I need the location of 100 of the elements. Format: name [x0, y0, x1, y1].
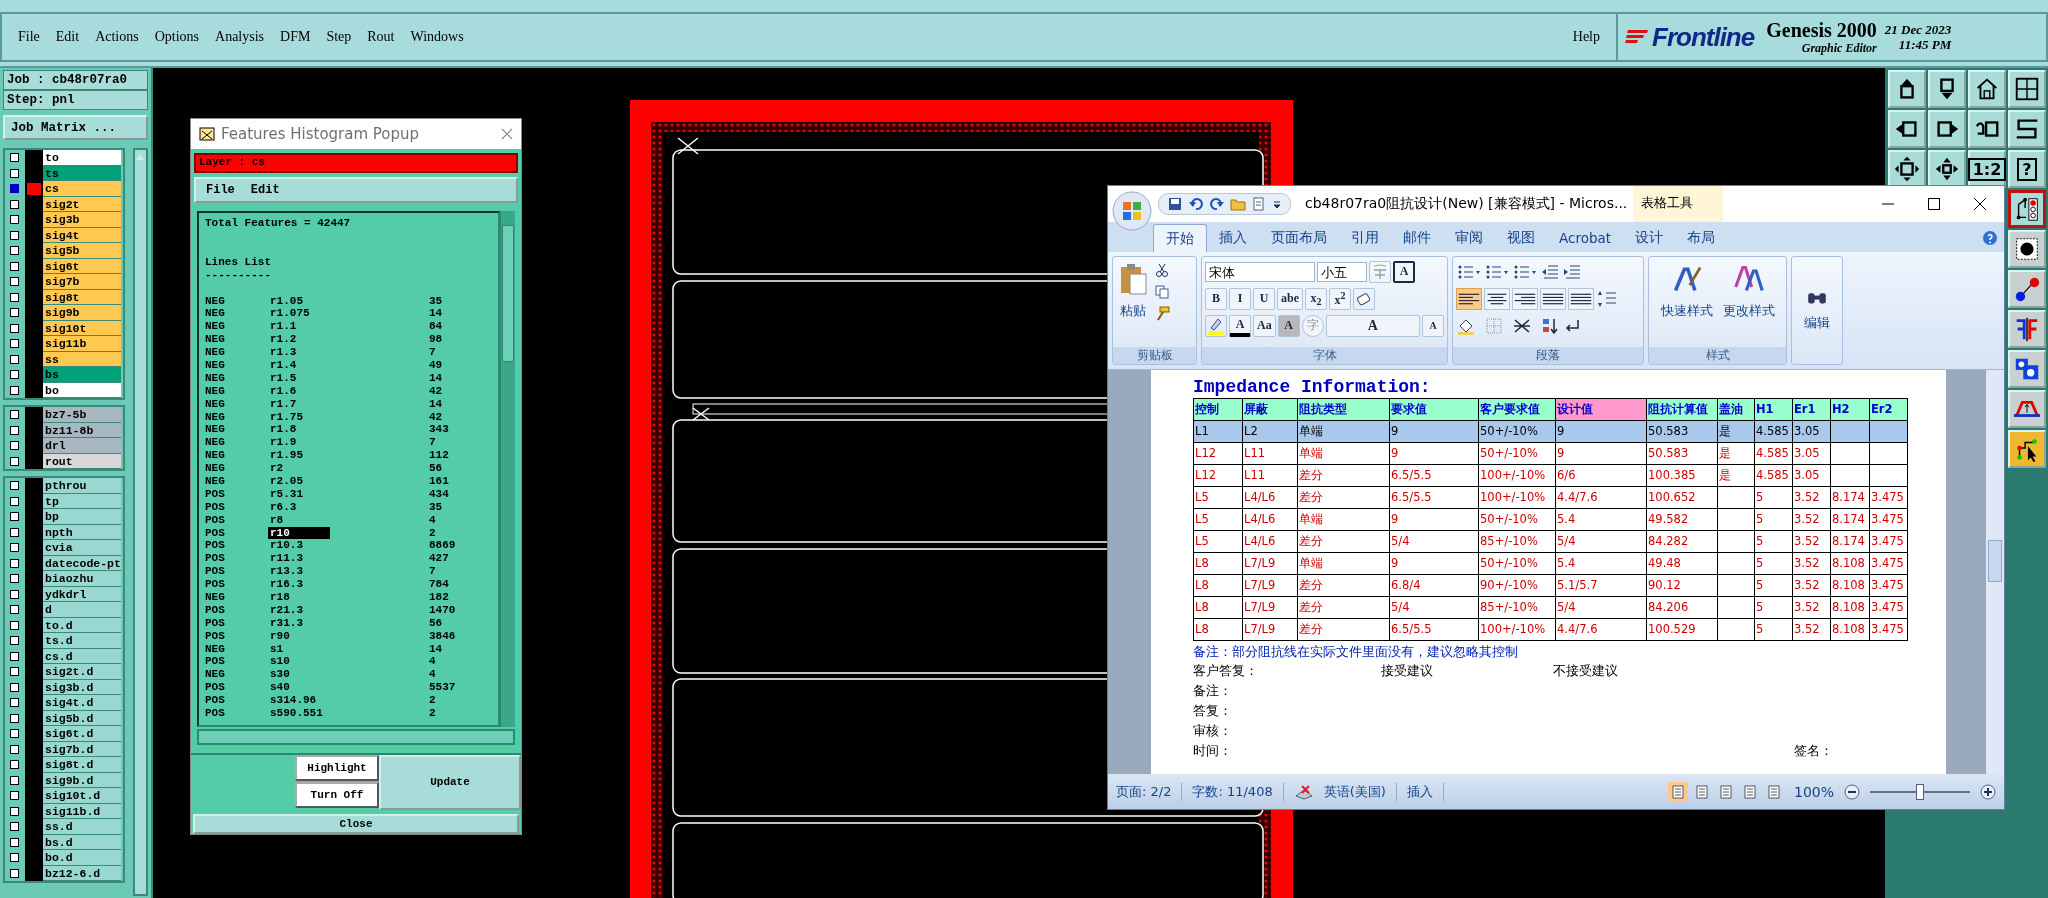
layer-checkbox[interactable] — [10, 791, 19, 801]
menu-item[interactable]: File — [12, 27, 46, 47]
symbol-cell[interactable]: r1.5 — [268, 371, 330, 385]
font-effect-button[interactable]: A — [1422, 314, 1444, 337]
layer-checkbox[interactable] — [10, 558, 19, 568]
editing-button[interactable]: 编辑 — [1802, 286, 1832, 335]
layer-name[interactable]: sig9b — [43, 305, 121, 321]
layer-checkbox[interactable] — [10, 292, 19, 302]
symbol-cell[interactable]: s40 — [268, 681, 330, 695]
tool-button[interactable]: ? — [2008, 150, 2046, 188]
menu-item[interactable]: Step — [320, 27, 358, 47]
symbol-cell[interactable]: r1.75 — [268, 410, 330, 424]
layer-name[interactable]: ss.d — [43, 819, 121, 835]
layer-checkbox[interactable] — [10, 481, 19, 491]
symbol-cell[interactable]: r2 — [268, 462, 330, 475]
align-button[interactable] — [1456, 287, 1482, 310]
layer-name[interactable]: drl — [43, 438, 121, 454]
view-mode-icon[interactable] — [1667, 781, 1688, 802]
layer-checkbox[interactable] — [10, 605, 19, 615]
scrollbar[interactable] — [1986, 369, 2004, 775]
symbol-cell[interactable]: r1.075 — [268, 307, 330, 321]
align-button[interactable] — [1568, 287, 1594, 310]
layer-checkbox[interactable] — [10, 168, 19, 178]
menu-item[interactable]: DFM — [274, 27, 317, 47]
clear-format-icon[interactable] — [1353, 287, 1375, 310]
layer-name[interactable]: cs — [43, 181, 121, 197]
layer-checkbox[interactable] — [10, 184, 19, 194]
layer-checkbox[interactable] — [10, 261, 19, 271]
symbol-cell[interactable]: s30 — [268, 668, 330, 682]
layer-checkbox[interactable] — [10, 199, 19, 209]
zoom-out-icon[interactable] — [1844, 783, 1860, 800]
layer-checkbox[interactable] — [10, 512, 19, 522]
maximize-icon[interactable] — [1927, 197, 1941, 211]
slider-thumb[interactable] — [1916, 783, 1924, 800]
highlighter-icon[interactable] — [1205, 314, 1227, 337]
symbol-cell[interactable]: r21.3 — [268, 603, 330, 617]
save-icon[interactable] — [1167, 196, 1183, 212]
scroll-thumb[interactable] — [1988, 539, 2002, 582]
align-button[interactable] — [1540, 287, 1566, 310]
copy-icon[interactable] — [1154, 283, 1170, 300]
format-button[interactable]: U — [1253, 287, 1275, 310]
menu-item[interactable]: Windows — [404, 27, 470, 47]
scroll-thumb[interactable] — [502, 224, 514, 362]
format-button[interactable]: x$^{2}$ — [1329, 287, 1351, 310]
layer-checkbox[interactable] — [10, 410, 19, 420]
change-styles-button[interactable]: 更改样式 — [1720, 259, 1777, 344]
layer-checkbox[interactable] — [10, 370, 19, 380]
layer-checkbox[interactable] — [10, 698, 19, 708]
close-button[interactable]: Close — [193, 814, 519, 834]
font-effect-button[interactable]: A — [1229, 314, 1251, 337]
insert-mode[interactable]: 插入 — [1406, 782, 1444, 801]
ribbon-tab[interactable]: 视图 — [1495, 223, 1547, 252]
format-button[interactable]: I — [1229, 287, 1251, 310]
layer-checkbox[interactable] — [10, 496, 19, 506]
job-matrix-button[interactable]: Job Matrix ... — [3, 115, 148, 140]
layer-checkbox[interactable] — [10, 806, 19, 816]
layer-checkbox[interactable] — [10, 853, 19, 863]
symbol-cell[interactable]: r2.05 — [268, 474, 330, 488]
format-button[interactable]: B — [1205, 287, 1227, 310]
symbol-cell[interactable]: r1.7 — [268, 397, 330, 411]
menu-item[interactable]: File — [202, 182, 239, 197]
font-effect-button[interactable]: A — [1277, 314, 1300, 337]
layer-name[interactable]: sig7b — [43, 274, 121, 290]
symbol-cell[interactable]: s590.551 — [268, 707, 330, 720]
ribbon-tab[interactable]: 页面布局 — [1259, 223, 1339, 252]
layer-checkbox[interactable] — [10, 153, 19, 163]
layer-checkbox[interactable] — [10, 760, 19, 770]
layer-checkbox[interactable] — [10, 441, 19, 451]
layer-checkbox[interactable] — [10, 456, 19, 466]
format-painter-icon[interactable] — [1154, 305, 1170, 322]
layer-name[interactable]: biaozhu — [43, 571, 121, 587]
symbol-cell[interactable]: r10.3 — [268, 539, 330, 553]
menu-item[interactable]: Rout — [361, 27, 401, 47]
layer-name[interactable]: bp — [43, 509, 121, 525]
zoom-in-icon[interactable] — [1980, 783, 1996, 800]
layer-checkbox[interactable] — [10, 230, 19, 240]
symbol-cell[interactable]: r31.3 — [268, 616, 330, 630]
layer-checkbox[interactable] — [10, 744, 19, 754]
layer-checkbox[interactable] — [10, 822, 19, 832]
scrollbar[interactable] — [500, 210, 515, 727]
ribbon-tab[interactable]: 插入 — [1207, 223, 1259, 252]
layer-name[interactable]: sig6t.d — [43, 726, 121, 742]
language-status[interactable]: 英语(美国) — [1323, 782, 1397, 801]
menu-item[interactable]: Options — [148, 27, 206, 47]
layer-checkbox[interactable] — [10, 277, 19, 287]
menu-item[interactable]: Edit — [246, 182, 284, 197]
layer-checkbox[interactable] — [10, 323, 19, 333]
symbol-cell[interactable]: r18 — [268, 591, 330, 604]
highlight-button[interactable]: Highlight — [295, 754, 379, 781]
help-icon[interactable] — [1982, 229, 1998, 246]
character-border-button[interactable]: A — [1393, 260, 1415, 283]
symbol-cell[interactable]: r11.3 — [268, 552, 330, 566]
size-field[interactable]: 小五 — [1317, 261, 1367, 282]
align-button[interactable] — [1484, 287, 1510, 310]
font-effect-button[interactable]: A — [1325, 314, 1420, 337]
symbol-cell[interactable]: r1.6 — [268, 384, 330, 398]
symbol-cell[interactable]: r1.05 — [268, 294, 330, 308]
symbol-cell[interactable]: s314.96 — [268, 694, 330, 707]
font-field[interactable]: 宋体 — [1205, 261, 1315, 282]
symbol-cell[interactable]: r6.3 — [268, 500, 330, 514]
